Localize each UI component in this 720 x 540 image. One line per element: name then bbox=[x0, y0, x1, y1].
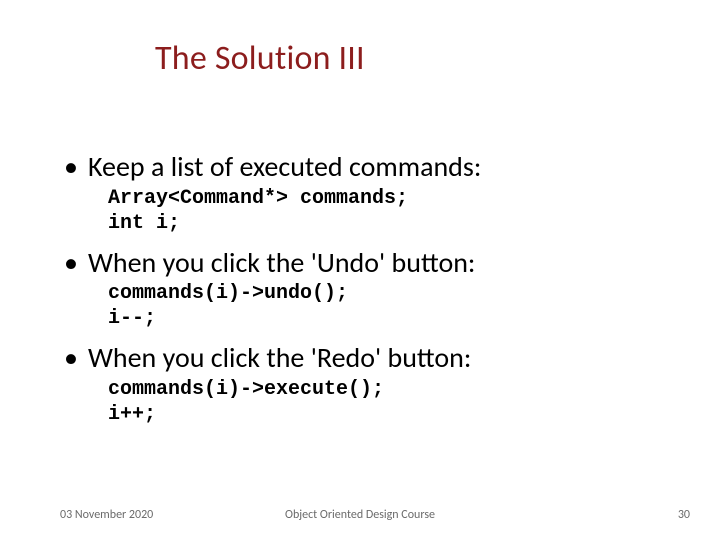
code-block: commands(i)->execute(); i++; bbox=[108, 377, 680, 427]
bullet-item: When you click the 'Redo' button: bbox=[60, 341, 680, 375]
slide-title: The Solution III bbox=[155, 38, 365, 79]
bullet-text: Keep a list of executed commands: bbox=[88, 149, 481, 184]
bullet-text: When you click the 'Undo' button: bbox=[88, 245, 475, 280]
code-block: commands(i)->undo(); i--; bbox=[108, 281, 680, 331]
bullet-item: When you click the 'Undo' button: bbox=[60, 246, 680, 280]
footer-course: Object Oriented Design Course bbox=[0, 508, 720, 522]
code-block: Array<Command*> commands; int i; bbox=[108, 186, 680, 236]
slide-body: Keep a list of executed commands: Array<… bbox=[60, 140, 680, 435]
bullet-text: When you click the 'Redo' button: bbox=[88, 340, 471, 375]
bullet-item: Keep a list of executed commands: bbox=[60, 150, 680, 184]
slide: The Solution III Keep a list of executed… bbox=[0, 0, 720, 540]
footer-page-number: 30 bbox=[678, 508, 690, 522]
